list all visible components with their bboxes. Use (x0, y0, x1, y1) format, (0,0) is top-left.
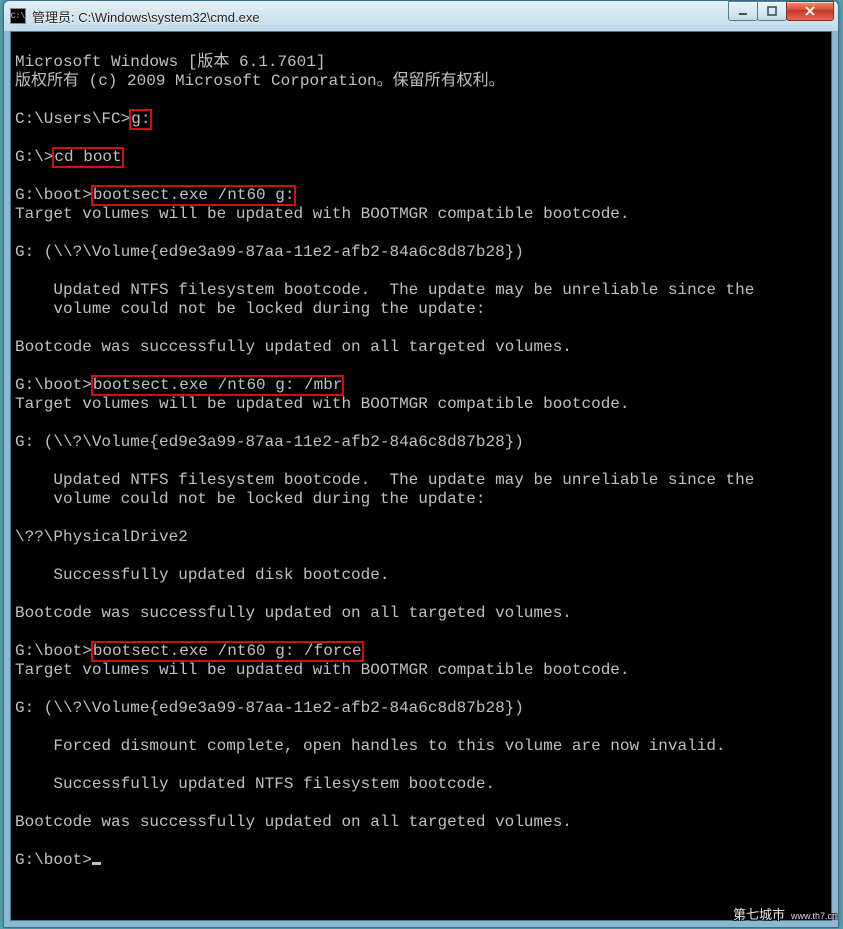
command-highlight: bootsect.exe /nt60 g: /force (92, 642, 363, 661)
output-line: Updated NTFS filesystem bootcode. The up… (15, 281, 754, 299)
window-controls (729, 1, 836, 21)
header-line-2: 版权所有 (c) 2009 Microsoft Corporation。保留所有… (15, 72, 505, 90)
watermark-sub: www.th7.cn (791, 911, 837, 921)
cmd-icon: C:\ (10, 8, 26, 24)
command-highlight: bootsect.exe /nt60 g: (92, 186, 296, 205)
output-line: G: (\\?\Volume{ed9e3a99-87aa-11e2-afb2-8… (15, 243, 524, 261)
output-line: Target volumes will be updated with BOOT… (15, 205, 630, 223)
maximize-button[interactable] (757, 1, 787, 21)
output-line: Bootcode was successfully updated on all… (15, 604, 572, 622)
prompt: C:\Users\FC> (15, 110, 130, 128)
window-title: 管理员: C:\Windows\system32\cmd.exe (32, 7, 729, 26)
prompt: G:\boot> (15, 376, 92, 394)
output-line: Successfully updated NTFS filesystem boo… (15, 775, 495, 793)
command-highlight: g: (130, 110, 151, 129)
output-line: Successfully updated disk bootcode. (15, 566, 389, 584)
output-line: Bootcode was successfully updated on all… (15, 338, 572, 356)
output-line: Target volumes will be updated with BOOT… (15, 395, 630, 413)
command-highlight: cd boot (53, 148, 122, 167)
prompt: G:\boot> (15, 186, 92, 204)
output-line: Forced dismount complete, open handles t… (15, 737, 726, 755)
cmd-window: C:\ 管理员: C:\Windows\system32\cmd.exe Mic… (3, 0, 839, 928)
cursor (92, 862, 101, 865)
minimize-icon (737, 5, 749, 17)
output-line: Bootcode was successfully updated on all… (15, 813, 572, 831)
output-line: volume could not be locked during the up… (15, 300, 485, 318)
output-line: volume could not be locked during the up… (15, 490, 485, 508)
close-button[interactable] (786, 1, 834, 21)
output-line: Target volumes will be updated with BOOT… (15, 661, 630, 679)
command-highlight: bootsect.exe /nt60 g: /mbr (92, 376, 344, 395)
watermark: 第七城市 www.th7.cn (733, 904, 837, 923)
minimize-button[interactable] (728, 1, 758, 21)
output-line: \??\PhysicalDrive2 (15, 528, 188, 546)
watermark-main: 第七城市 (733, 904, 785, 923)
titlebar[interactable]: C:\ 管理员: C:\Windows\system32\cmd.exe (4, 1, 838, 31)
terminal-output: Microsoft Windows [版本 6.1.7601] 版权所有 (c)… (11, 32, 831, 872)
maximize-icon (766, 5, 778, 17)
output-line: G: (\\?\Volume{ed9e3a99-87aa-11e2-afb2-8… (15, 433, 524, 451)
terminal-client-area[interactable]: Microsoft Windows [版本 6.1.7601] 版权所有 (c)… (10, 31, 832, 921)
prompt: G:\boot> (15, 851, 92, 869)
output-line: G: (\\?\Volume{ed9e3a99-87aa-11e2-afb2-8… (15, 699, 524, 717)
header-line-1: Microsoft Windows [版本 6.1.7601] (15, 53, 325, 71)
prompt: G:\> (15, 148, 53, 166)
close-icon (804, 5, 816, 17)
prompt: G:\boot> (15, 642, 92, 660)
output-line: Updated NTFS filesystem bootcode. The up… (15, 471, 754, 489)
